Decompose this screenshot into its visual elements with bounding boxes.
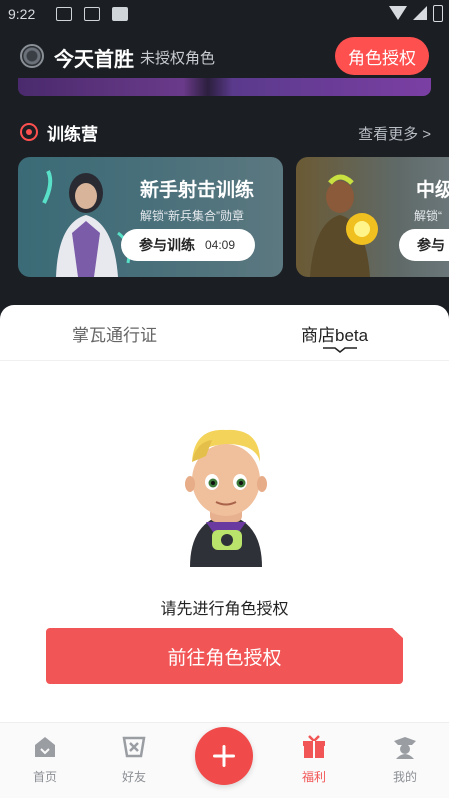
nav-label-friends: 好友 bbox=[121, 770, 146, 784]
home-icon bbox=[35, 737, 55, 757]
training-section-header: 训练营 bbox=[20, 120, 98, 144]
profile-icon bbox=[394, 737, 416, 759]
card-subtitle: 解锁“新兵集合”勋章 bbox=[140, 209, 244, 223]
gift-icon bbox=[303, 735, 325, 758]
role-auth-button[interactable]: 角色授权 bbox=[335, 37, 429, 75]
wifi-icon bbox=[389, 6, 407, 20]
friends-icon bbox=[122, 736, 146, 758]
nav-item-friends[interactable]: 好友 bbox=[109, 735, 159, 785]
nav-item-mine[interactable]: 我的 bbox=[380, 735, 430, 785]
target-icon bbox=[20, 123, 38, 141]
mascot-image bbox=[185, 429, 267, 567]
tab-bar: 掌瓦通行证 商店beta bbox=[0, 305, 449, 361]
image-icon bbox=[84, 7, 100, 21]
see-more-link[interactable]: 查看更多 > bbox=[358, 123, 431, 144]
tab-shop[interactable]: 商店beta bbox=[301, 321, 368, 346]
avatar[interactable] bbox=[20, 44, 44, 68]
tab-battle-pass[interactable]: 掌瓦通行证 bbox=[72, 321, 157, 346]
join-training-button[interactable]: 参与训练 04:09 bbox=[121, 229, 255, 261]
status-time: 9:22 bbox=[8, 6, 36, 22]
agent-figure-image bbox=[310, 174, 378, 277]
plus-icon bbox=[213, 745, 235, 767]
header-title: 今天首胜 bbox=[54, 49, 134, 71]
grid-icon bbox=[56, 7, 72, 21]
nav-item-welfare[interactable]: 福利 bbox=[289, 735, 339, 785]
card-subtitle: 解锁“ bbox=[414, 209, 442, 223]
nav-item-home[interactable]: 首页 bbox=[20, 735, 70, 785]
training-card[interactable]: 新手射击训练 解锁“新兵集合”勋章 参与训练 04:09 bbox=[18, 157, 283, 277]
battery-icon bbox=[433, 5, 443, 22]
timer: 04:09 bbox=[205, 238, 236, 252]
join-label: 参与 bbox=[417, 237, 445, 253]
training-title: 训练营 bbox=[47, 124, 98, 144]
nav-label-home: 首页 bbox=[32, 770, 57, 784]
training-card[interactable]: 中级 解锁“ 参与 bbox=[296, 157, 449, 277]
card-title: 中级 bbox=[416, 180, 449, 201]
join-training-button[interactable]: 参与 bbox=[399, 229, 449, 261]
active-tab-indicator-icon bbox=[323, 347, 357, 353]
banner-image[interactable] bbox=[18, 78, 431, 96]
status-bar: 9:22 bbox=[0, 0, 449, 30]
card-title: 新手射击训练 bbox=[140, 180, 255, 201]
app-icon bbox=[112, 7, 128, 21]
signal-icon bbox=[413, 6, 427, 20]
create-post-button[interactable] bbox=[195, 727, 253, 785]
join-label: 参与训练 bbox=[139, 237, 195, 253]
nav-label-mine: 我的 bbox=[392, 770, 417, 784]
go-role-auth-button[interactable]: 前往角色授权 bbox=[46, 628, 403, 684]
empty-state-text: 请先进行角色授权 bbox=[160, 601, 289, 618]
nav-label-welfare: 福利 bbox=[301, 770, 326, 784]
header-subtitle: 未授权角色 bbox=[140, 50, 216, 67]
agent-figure-image bbox=[42, 170, 131, 277]
